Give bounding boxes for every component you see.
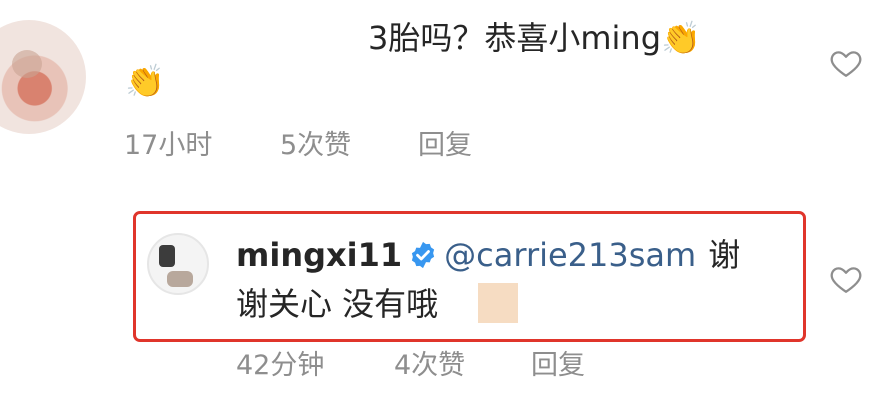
- comment-text: 3胎吗？恭喜小ming👏: [368, 15, 701, 61]
- emoji-placeholder-icon: [478, 283, 519, 323]
- reply-mention[interactable]: @carrie213sam: [444, 236, 696, 274]
- reply-timestamp: 42分钟: [236, 350, 325, 381]
- reply-username[interactable]: mingxi11: [236, 236, 402, 274]
- reply-like-count[interactable]: 4次赞: [394, 343, 465, 382]
- reply-avatar[interactable]: [147, 233, 209, 295]
- comment-reply-button[interactable]: 回复: [418, 123, 472, 162]
- heart-outline-icon[interactable]: [829, 46, 863, 80]
- verified-badge-icon: [412, 241, 435, 269]
- reply-reply-button[interactable]: 回复: [531, 343, 585, 382]
- reply-text: 谢关心 没有哦: [236, 285, 439, 323]
- comment-body: 3胎吗？恭喜小ming: [368, 19, 662, 57]
- avatar[interactable]: [0, 20, 86, 134]
- comment-text-continuation: 👏: [125, 58, 165, 104]
- reply-line-1: mingxi11 @carrie213sam 谢: [236, 232, 740, 278]
- clap-emoji: 👏: [125, 62, 165, 100]
- reply-text-start: 谢: [708, 236, 741, 274]
- heart-outline-icon[interactable]: [829, 262, 863, 296]
- reply-line-2: 谢关心 没有哦: [236, 281, 519, 327]
- comment-like-count[interactable]: 5次赞: [280, 123, 351, 162]
- clap-emoji: 👏: [661, 19, 701, 57]
- comment-timestamp: 17小时: [124, 130, 213, 161]
